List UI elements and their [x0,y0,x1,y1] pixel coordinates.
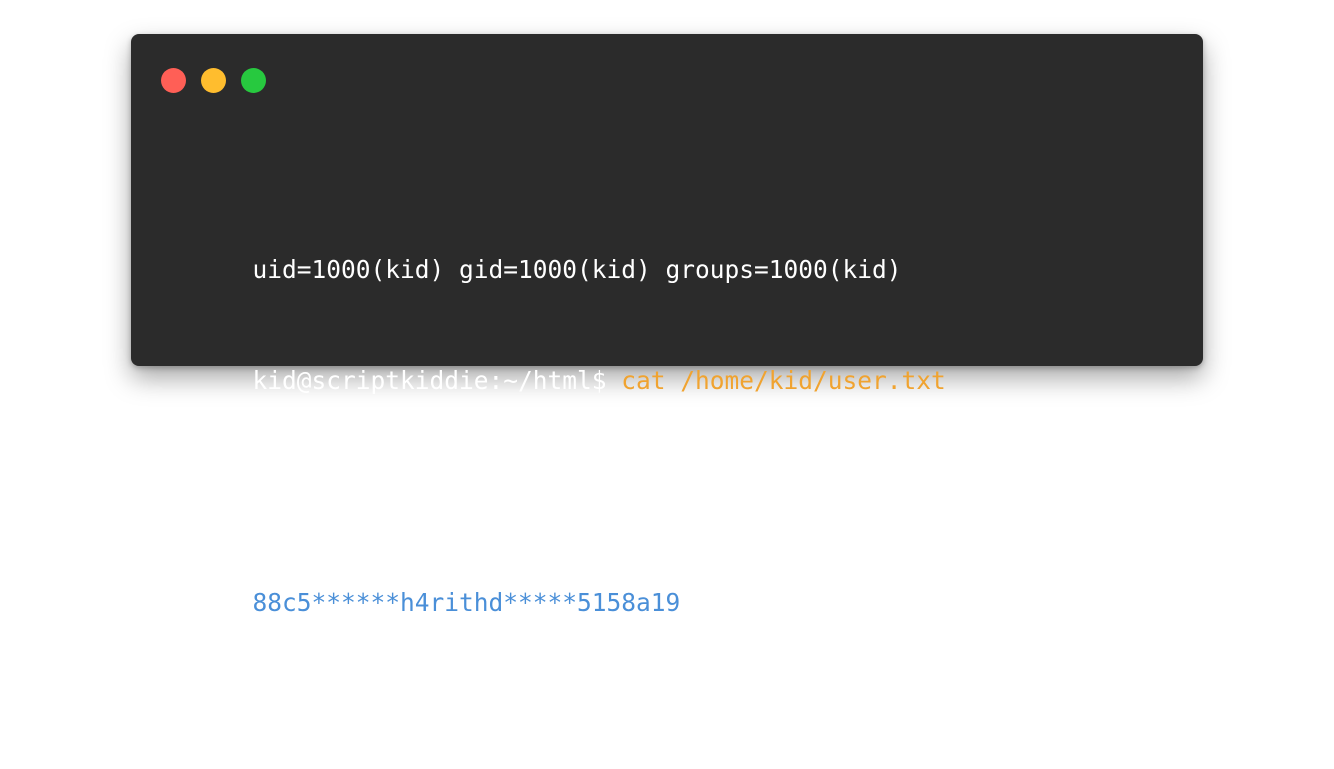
line-text: cat /home/kid/user.txt [252,477,578,506]
line-prompt: kid@scriptkiddie:~$ [252,699,533,728]
window-titlebar [161,68,266,93]
close-window-button[interactable] [161,68,186,93]
terminal-line: cat /home/kid/user.txt [164,436,1173,506]
terminal-line: uid=1000(kid) gid=1000(kid) groups=1000(… [164,214,1173,284]
terminal-line: kid@scriptkiddie:~$ [164,658,1173,728]
line-text: 88c5******h4rithd*****5158a19 [252,588,681,617]
zoom-window-button[interactable] [241,68,266,93]
terminal-window: uid=1000(kid) gid=1000(kid) groups=1000(… [131,34,1203,728]
line-text: uid=1000(kid) gid=1000(kid) groups=1000(… [252,255,902,284]
line-prompt: kid@scriptkiddie:~/html$ [252,366,622,395]
terminal-line: 88c5******h4rithd*****5158a19 [164,547,1173,617]
terminal-line: kid@scriptkiddie:~/html$ cat /home/kid/u… [164,325,1173,395]
minimize-window-button[interactable] [201,68,226,93]
terminal-output[interactable]: uid=1000(kid) gid=1000(kid) groups=1000(… [164,140,1173,769]
line-text: cat /home/kid/user.txt [621,366,946,395]
